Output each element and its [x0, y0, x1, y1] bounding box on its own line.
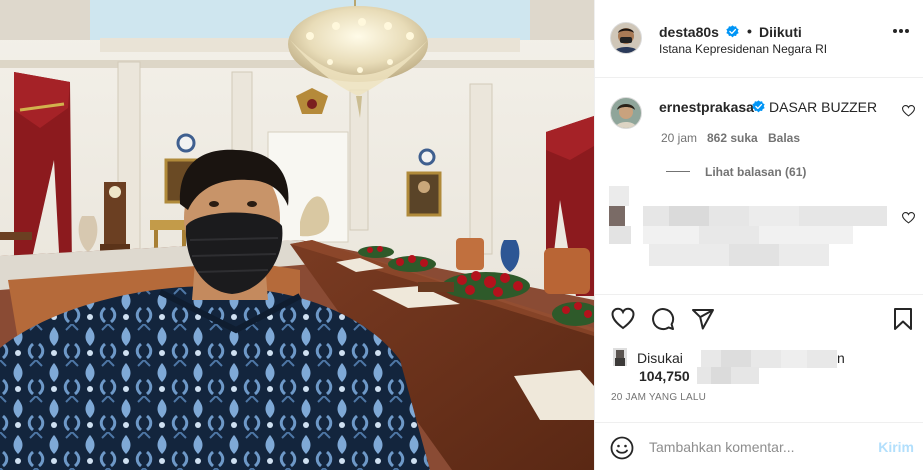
pixelated-comment — [609, 186, 887, 266]
view-replies-button[interactable]: Lihat balasan (61) — [705, 165, 806, 179]
author-avatar-image — [611, 23, 641, 53]
post-action-bar — [595, 294, 923, 342]
liked-by-suffix: n — [837, 350, 845, 366]
follow-status-button[interactable]: Diikuti — [759, 24, 802, 40]
pixelated-liker-name — [701, 350, 837, 368]
comment-text: DASAR BUZZER — [769, 99, 878, 115]
replies-divider — [666, 171, 690, 172]
post-location[interactable]: Istana Kepresidenan Negara RI — [659, 42, 827, 56]
comment-input[interactable] — [649, 435, 869, 459]
comment-reply-button[interactable]: Balas — [768, 131, 800, 145]
author-username[interactable]: desta80s — [659, 24, 719, 40]
send-comment-button[interactable]: Kirim — [878, 439, 914, 455]
comment-like-heart-icon[interactable] — [902, 105, 915, 117]
likes-count[interactable]: 104,750 — [639, 368, 690, 384]
post-header: desta80s • Diikuti Istana Kepresidenan N… — [595, 0, 923, 78]
post-timestamp[interactable]: 20 JAM YANG LALU — [611, 392, 706, 403]
separator-dot: • — [747, 23, 752, 39]
comment-icon[interactable] — [651, 307, 675, 331]
comment-like-heart-icon[interactable] — [902, 212, 915, 224]
share-icon[interactable] — [691, 307, 715, 331]
comment-time: 20 jam — [661, 131, 698, 145]
verified-badge-icon — [726, 25, 739, 38]
likes-summary: Disukai n 104,750 — [611, 348, 911, 386]
verified-badge-icon — [752, 100, 765, 113]
heart-icon[interactable] — [611, 307, 635, 331]
emoji-icon[interactable] — [610, 436, 634, 460]
liker-avatar-icon[interactable] — [613, 348, 627, 366]
commenter-avatar-image — [611, 98, 641, 128]
post-photo-illustration — [0, 0, 594, 470]
post-side-panel: desta80s • Diikuti Istana Kepresidenan N… — [594, 0, 923, 470]
comment-composer: Kirim — [595, 422, 923, 470]
comment-username[interactable]: ernestprakasa — [659, 99, 754, 115]
liked-by-label: Disukai — [637, 350, 683, 366]
more-horizontal-icon[interactable] — [892, 28, 910, 34]
post-photo[interactable] — [0, 0, 594, 470]
author-avatar[interactable] — [610, 22, 642, 54]
pixelated-likes-suffix — [697, 367, 759, 384]
bookmark-icon[interactable] — [891, 307, 915, 331]
commenter-avatar[interactable] — [610, 97, 642, 129]
comment-like-count[interactable]: 862 suka — [707, 131, 758, 145]
